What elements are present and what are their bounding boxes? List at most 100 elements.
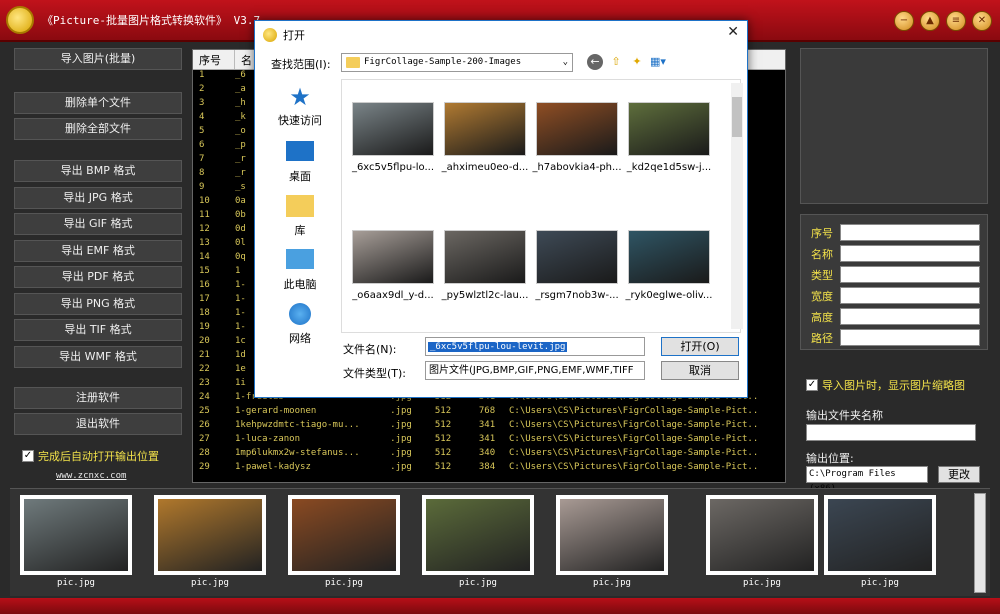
- table-cell: 24: [199, 392, 210, 402]
- file-thumbnail: [352, 102, 434, 156]
- file-item[interactable]: _h7abovkia4-ph...: [532, 102, 622, 173]
- auto-open-checkbox[interactable]: ✓ 完成后自动打开输出位置: [22, 448, 159, 464]
- thumbnail[interactable]: [824, 495, 936, 575]
- place-this-pc[interactable]: 此电脑: [263, 249, 337, 292]
- back-icon[interactable]: ←: [587, 54, 603, 70]
- table-cell: 29: [199, 462, 210, 472]
- table-row[interactable]: 29 1-pawel-kadysz .jpg 512 384 C:\Users\CS\Pi…: [193, 462, 785, 476]
- prop-height-field[interactable]: [840, 308, 980, 325]
- scrollbar-thumb[interactable]: [732, 97, 742, 137]
- export-png-button[interactable]: 导出 PNG 格式: [14, 293, 182, 315]
- new-folder-icon[interactable]: ✦: [629, 54, 645, 70]
- file-item[interactable]: _ryk0eglwe-oliv...: [624, 230, 714, 301]
- column-header-index[interactable]: 序号: [193, 50, 235, 69]
- minimize-icon[interactable]: −: [894, 11, 914, 31]
- dialog-toolbar: ← ⇧ ✦ ▦▾: [587, 54, 666, 70]
- lookin-label: 查找范围(I):: [271, 58, 331, 71]
- table-cell: 1-gerard-moonen: [235, 406, 317, 416]
- change-location-button[interactable]: 更改: [938, 466, 980, 483]
- output-location-input[interactable]: C:\Program Files (x86): [806, 466, 928, 494]
- table-cell: 340: [478, 448, 496, 458]
- table-cell: 341: [478, 420, 496, 430]
- file-item[interactable]: _ahximeu0eo-d...: [440, 102, 530, 173]
- open-button[interactable]: 打开(O): [661, 337, 739, 356]
- table-cell: 1-luca-zanon: [235, 434, 301, 444]
- thumbnail[interactable]: [154, 495, 266, 575]
- thumbnail[interactable]: [556, 495, 668, 575]
- export-gif-button[interactable]: 导出 GIF 格式: [14, 213, 182, 235]
- place-network[interactable]: 网络: [263, 303, 337, 346]
- prop-name-field[interactable]: [840, 245, 980, 262]
- table-cell: 27: [199, 434, 210, 444]
- prop-width-field[interactable]: [840, 287, 980, 304]
- table-cell: 9: [199, 182, 205, 192]
- file-item[interactable]: _py5wlztl2c-lau...: [440, 230, 530, 301]
- export-jpg-button[interactable]: 导出 JPG 格式: [14, 187, 182, 209]
- table-cell: 26: [199, 420, 210, 430]
- website-link[interactable]: www.zcnxc.com: [56, 471, 126, 481]
- filename-input[interactable]: _6xc5v5flpu-lou-levit.jpg: [425, 337, 645, 356]
- file-list-view[interactable]: _6xc5v5flpu-lo... _ahximeu0eo-d... _h7abov…: [341, 79, 741, 333]
- place-quick-access[interactable]: ★ 快速访问: [263, 85, 337, 128]
- delete-single-button[interactable]: 删除单个文件: [14, 92, 182, 114]
- export-tif-button[interactable]: 导出 TIF 格式: [14, 319, 182, 341]
- thumbnail[interactable]: [20, 495, 132, 575]
- close-icon[interactable]: ✕: [972, 11, 992, 31]
- table-cell: 19: [199, 322, 210, 332]
- lookin-select[interactable]: FigrCollage-Sample-200-Images ⌄: [341, 53, 573, 72]
- output-folder-input[interactable]: [806, 424, 976, 441]
- table-cell: .jpg: [390, 462, 412, 472]
- export-bmp-button[interactable]: 导出 BMP 格式: [14, 160, 182, 182]
- prop-type-field[interactable]: [840, 266, 980, 283]
- file-item[interactable]: _kd2qe1d5sw-j...: [624, 102, 714, 173]
- table-cell: 13: [199, 238, 210, 248]
- thumbnail-image: [24, 499, 128, 571]
- menu-icon[interactable]: ≡: [946, 11, 966, 31]
- image-preview-panel: [800, 48, 988, 204]
- prop-index-field[interactable]: [840, 224, 980, 241]
- table-row[interactable]: 25 1-gerard-moonen .jpg 512 768 C:\Users\CS\P…: [193, 406, 785, 420]
- table-cell: 10: [199, 196, 210, 206]
- table-cell: 8: [199, 168, 205, 178]
- dialog-title: 打开: [283, 29, 305, 42]
- filetype-select[interactable]: 图片文件(JPG,BMP,GIF,PNG,EMF,WMF,TIFF: [425, 361, 645, 380]
- cancel-button[interactable]: 取消: [661, 361, 739, 380]
- window-controls: − ▲ ≡ ✕: [894, 11, 992, 31]
- table-cell: C:\Users\CS\Pictures\FigrCollage-Sample-…: [509, 406, 759, 416]
- table-cell: C:\Users\CS\Pictures\FigrCollage-Sample-…: [509, 434, 759, 444]
- show-thumbnail-checkbox[interactable]: ✓ 导入图片时，显示图片缩略图: [806, 377, 965, 393]
- star-icon: ★: [289, 83, 311, 111]
- export-pdf-button[interactable]: 导出 PDF 格式: [14, 266, 182, 288]
- app-title: 《Picture-批量图片格式转换软件》 V3.7: [42, 14, 261, 27]
- register-button[interactable]: 注册软件: [14, 387, 182, 409]
- thumbnail[interactable]: [706, 495, 818, 575]
- file-item[interactable]: _rsgm7nob3w-...: [532, 230, 622, 301]
- import-images-button[interactable]: 导入图片(批量): [14, 48, 182, 70]
- file-list-scrollbar[interactable]: [731, 83, 743, 329]
- thumbnail-caption: pic.jpg: [325, 578, 363, 588]
- filename-value: _6xc5v5flpu-lou-levit.jpg: [428, 342, 568, 352]
- up-folder-icon[interactable]: ⇧: [608, 54, 624, 70]
- table-row[interactable]: 28 1mp6lukmx2w-stefanus... .jpg 512 340 C:\Us…: [193, 448, 785, 462]
- exit-button[interactable]: 退出软件: [14, 413, 182, 435]
- thumbnail-scrollbar[interactable]: [974, 493, 986, 593]
- table-row[interactable]: 27 1-luca-zanon .jpg 512 341 C:\Users\CS\Pict…: [193, 434, 785, 448]
- export-wmf-button[interactable]: 导出 WMF 格式: [14, 346, 182, 368]
- thumbnail[interactable]: [422, 495, 534, 575]
- table-cell: 20: [199, 336, 210, 346]
- place-desktop[interactable]: 桌面: [263, 141, 337, 184]
- prop-path-field[interactable]: [840, 329, 980, 346]
- file-item[interactable]: _o6aax9dl_y-d...: [348, 230, 438, 301]
- thumbnail[interactable]: [288, 495, 400, 575]
- export-emf-button[interactable]: 导出 EMF 格式: [14, 240, 182, 262]
- view-menu-icon[interactable]: ▦▾: [650, 54, 666, 70]
- table-cell: 1mp6lukmx2w-stefanus...: [235, 448, 360, 458]
- skin-icon[interactable]: ▲: [920, 11, 940, 31]
- place-library[interactable]: 库: [263, 195, 337, 238]
- file-item[interactable]: _6xc5v5flpu-lo...: [348, 102, 438, 173]
- table-row[interactable]: 26 1kehpwzdmtc-tiago-mu... .jpg 512 341 C:\Us…: [193, 420, 785, 434]
- place-label-quick-access: 快速访问: [278, 114, 322, 127]
- place-label-network: 网络: [289, 332, 311, 345]
- delete-all-button[interactable]: 删除全部文件: [14, 118, 182, 140]
- dialog-close-icon[interactable]: ✕: [727, 24, 739, 40]
